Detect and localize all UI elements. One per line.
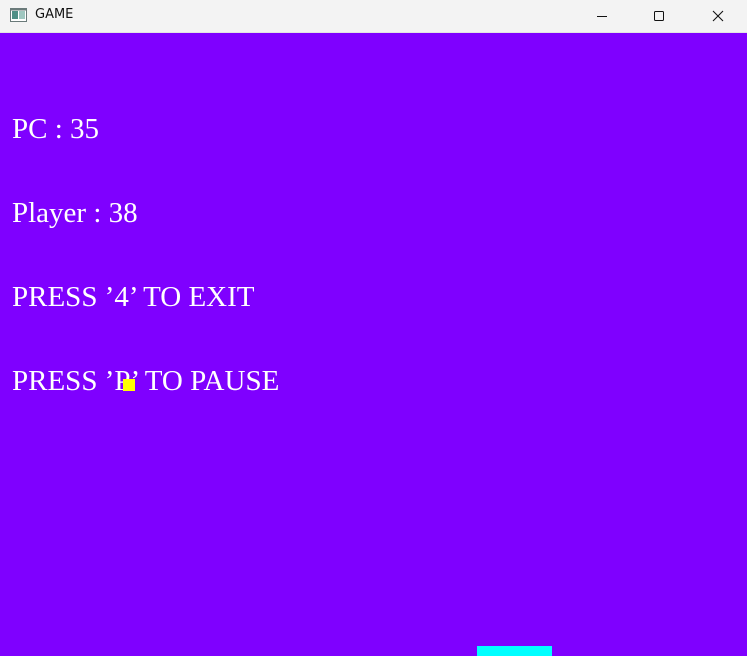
maximize-button[interactable] (636, 0, 682, 32)
ball (123, 379, 135, 391)
pc-score: PC : 35 (12, 113, 100, 145)
pause-hint: PRESS ’P’ TO PAUSE (12, 365, 280, 397)
game-canvas[interactable]: PC : 35 Player : 38 PRESS ’4’ TO EXIT PR… (0, 33, 747, 656)
title-bar[interactable]: GAME (0, 0, 747, 33)
minimize-icon (597, 16, 607, 17)
exit-hint: PRESS ’4’ TO EXIT (12, 281, 255, 313)
game-window-icon (10, 8, 27, 22)
hud: PC : 35 Player : 38 PRESS ’4’ TO EXIT PR… (12, 59, 279, 451)
minimize-button[interactable] (579, 0, 625, 32)
player-score: Player : 38 (12, 197, 138, 229)
window-title: GAME (35, 7, 74, 22)
close-button[interactable] (695, 0, 741, 32)
maximize-icon (654, 11, 664, 21)
close-icon (712, 10, 724, 22)
game-window: GAME PC : 35 Player : 38 PRESS ’4’ TO EX… (0, 0, 747, 656)
player-paddle (477, 646, 552, 656)
